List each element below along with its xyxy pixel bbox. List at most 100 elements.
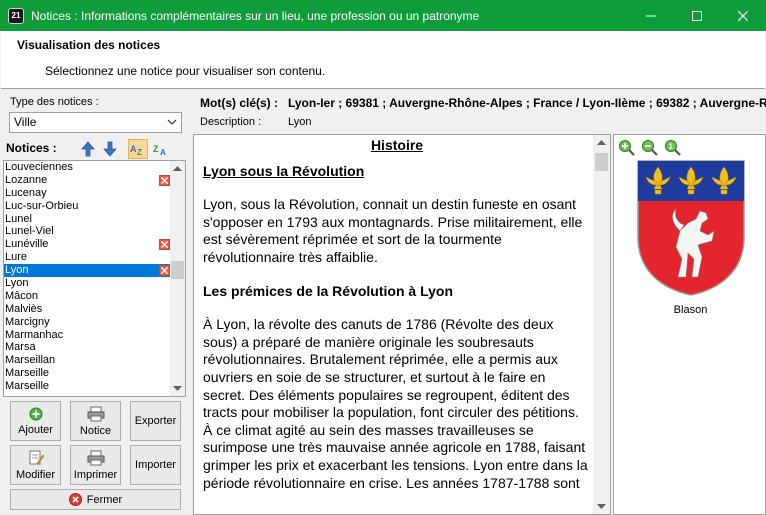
list-item[interactable]: Mâcon — [4, 290, 172, 303]
ajouter-label: Ajouter — [18, 423, 53, 436]
blason-image — [637, 160, 745, 296]
exporter-label: Exporter — [134, 415, 177, 427]
list-item-label: Malviès — [5, 302, 43, 315]
list-item-label: Lyon — [5, 264, 29, 277]
document-heading: Histoire — [370, 137, 424, 153]
list-item[interactable]: Marsa — [4, 341, 172, 354]
sort-ascending-button[interactable]: AZ — [128, 139, 148, 159]
document-scroll-thumb[interactable] — [595, 153, 608, 171]
list-item-label: Lyon — [5, 277, 29, 290]
type-combobox-value: Ville — [14, 115, 37, 129]
zoom-reset-icon[interactable]: 1 — [664, 139, 682, 157]
exporter-button[interactable]: Exporter — [130, 401, 181, 441]
image-panel: 1 Blason — [613, 134, 766, 515]
list-item[interactable]: Louveciennes — [4, 161, 172, 174]
notice-label: Notice — [79, 424, 112, 437]
title-bar: 21 Notices : Informations complémentaire… — [0, 0, 766, 31]
scroll-down-icon[interactable] — [173, 386, 182, 392]
list-item[interactable]: Lucenay — [4, 187, 172, 200]
list-item-label: Lozanne — [5, 173, 48, 186]
sort-az-icon: AZ — [130, 144, 142, 156]
svg-text:Z: Z — [137, 148, 142, 156]
blason-caption: Blason — [673, 304, 708, 316]
list-item[interactable]: Luc-sur-Orbieu — [4, 200, 172, 213]
list-item[interactable]: Lozanne — [4, 174, 172, 187]
list-item[interactable]: Lunel — [4, 213, 172, 226]
document-subheading: Lyon sous la Révolution — [203, 162, 365, 179]
delete-icon[interactable] — [159, 239, 170, 251]
list-item[interactable]: Marseille — [4, 380, 172, 393]
ajouter-button[interactable]: Ajouter — [10, 401, 61, 441]
fermer-button[interactable]: Fermer — [10, 489, 181, 510]
type-combobox[interactable]: Ville — [9, 112, 182, 133]
header-subtitle: Sélectionnez une notice pour visualiser … — [45, 64, 326, 78]
svg-text:A: A — [160, 148, 166, 156]
list-item[interactable]: Malviès — [4, 303, 172, 316]
keywords-label: Mot(s) clé(s) : — [200, 96, 278, 110]
list-item[interactable]: Marseillan — [4, 354, 172, 367]
printer-icon — [87, 406, 104, 421]
imprimer-button[interactable]: Imprimer — [70, 445, 121, 485]
importer-label: Importer — [135, 459, 176, 471]
list-item-label: Luc-sur-Orbieu — [5, 199, 79, 212]
list-item-label: Lunéville — [5, 238, 49, 251]
cancel-icon — [68, 493, 82, 506]
list-item[interactable]: Lunel-Viel — [4, 225, 172, 238]
zoom-out-icon[interactable] — [641, 139, 659, 157]
list-item-label: Louveciennes — [5, 161, 73, 173]
printer-icon — [87, 450, 104, 465]
svg-text:1: 1 — [669, 142, 674, 151]
sort-descending-button[interactable]: ZA — [151, 139, 171, 159]
maximize-icon — [692, 10, 702, 21]
list-item-label: Marmanhac — [5, 328, 64, 341]
app-icon: 21 — [8, 7, 24, 24]
zoom-in-icon[interactable] — [618, 139, 636, 157]
scroll-up-icon[interactable] — [597, 139, 606, 145]
list-item[interactable]: Lure — [4, 251, 172, 264]
window-controls — [628, 0, 766, 31]
scroll-up-icon[interactable] — [173, 165, 182, 171]
minimize-icon — [646, 15, 656, 16]
notices-list[interactable]: Louveciennes Lozanne Lucenay Luc-sur-Orbieu… — [3, 160, 186, 397]
type-label: Type des notices : — [10, 96, 99, 108]
minimize-button[interactable] — [628, 0, 674, 31]
list-item[interactable]: Marcigny — [4, 316, 172, 329]
list-item-label: Mâcon — [5, 289, 39, 302]
sort-za-icon: ZA — [153, 144, 166, 156]
list-item[interactable]: Marmanhac — [4, 329, 172, 342]
notice-document[interactable]: Histoire Lyon sous la Révolution Lyon, s… — [193, 134, 611, 515]
left-panel: Type des notices : Ville Notices : AZ ZA… — [0, 90, 190, 515]
notices-label: Notices : — [6, 141, 57, 155]
description-label: Description : — [200, 116, 262, 128]
window-title: Notices : Informations complémentaires s… — [31, 8, 480, 23]
move-up-button[interactable] — [78, 139, 98, 159]
importer-button[interactable]: Importer — [130, 445, 181, 485]
delete-icon[interactable] — [159, 174, 170, 186]
maximize-button[interactable] — [674, 0, 720, 31]
list-item-label: Lucenay — [5, 186, 47, 199]
list-item[interactable]: Lyon — [4, 277, 172, 290]
keywords-value: Lyon-Ier ; 69381 ; Auvergne-Rhône-Alpes … — [288, 96, 766, 110]
list-item[interactable]: Lyon — [4, 264, 172, 278]
list-item[interactable]: Marseille — [4, 367, 172, 380]
fermer-label: Fermer — [86, 493, 123, 506]
list-item[interactable]: Lunéville — [4, 238, 172, 251]
list-item-label: Marseillan — [5, 354, 56, 367]
notice-button[interactable]: Notice — [70, 401, 121, 441]
document-scrollbar[interactable] — [593, 135, 610, 514]
document-paragraph: À Lyon, la révolte des canuts de 1786 (R… — [203, 316, 588, 491]
list-scrollbar[interactable] — [170, 161, 185, 396]
list-item-label: Lure — [5, 251, 28, 264]
close-button[interactable] — [720, 0, 766, 31]
list-scroll-thumb[interactable] — [171, 261, 184, 279]
scroll-down-icon[interactable] — [597, 504, 606, 510]
add-icon — [29, 407, 42, 420]
move-down-button[interactable] — [100, 139, 120, 159]
header-title: Visualisation des notices — [17, 38, 161, 52]
description-value: Lyon — [288, 116, 312, 128]
svg-text:A: A — [130, 144, 137, 154]
list-item-label: Marcigny — [5, 315, 50, 328]
imprimer-label: Imprimer — [73, 468, 118, 481]
modifier-button[interactable]: Modifier — [10, 445, 61, 485]
delete-icon[interactable] — [159, 265, 170, 277]
